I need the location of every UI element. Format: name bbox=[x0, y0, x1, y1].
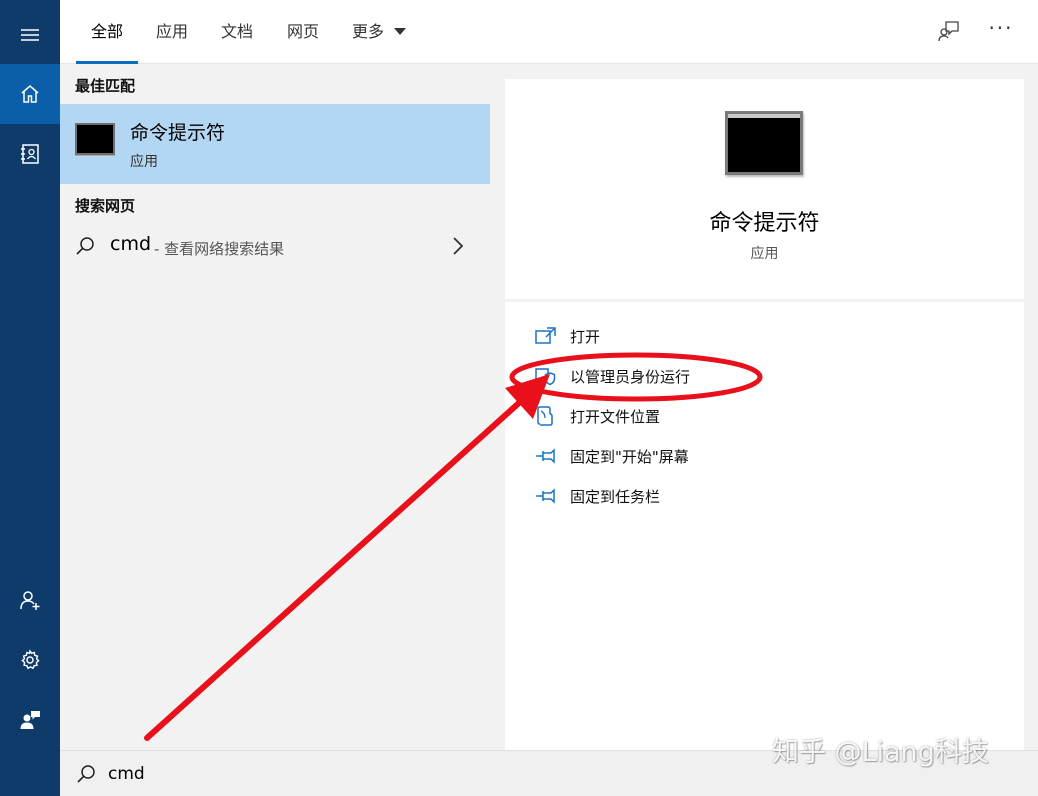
action-open[interactable]: 打开 bbox=[525, 322, 825, 352]
best-match-item[interactable]: 命令提示符 应用 bbox=[60, 104, 490, 184]
tab-more[interactable]: 更多 bbox=[352, 18, 384, 64]
pin-icon bbox=[536, 488, 555, 504]
preview-app-name: 命令提示符 bbox=[709, 211, 820, 236]
web-search-item[interactable]: cmd - 查看网络搜索结果 bbox=[60, 228, 490, 268]
web-search-query: cmd bbox=[110, 233, 152, 255]
results-panel: 最佳匹配 命令提示符 应用 搜索网页 cmd - 查看网络搜索结果 bbox=[60, 64, 490, 750]
action-open-label: 打开 bbox=[570, 328, 601, 346]
hamburger-menu-icon bbox=[21, 29, 39, 41]
action-run-as-admin-label: 以管理员身份运行 bbox=[570, 368, 691, 386]
best-match-heading: 最佳匹配 bbox=[75, 77, 136, 95]
feedback-person-button[interactable] bbox=[0, 690, 60, 750]
action-pin-to-taskbar[interactable]: 固定到任务栏 bbox=[525, 482, 825, 512]
feedback-icon bbox=[938, 21, 959, 42]
command-prompt-icon bbox=[725, 111, 803, 175]
best-match-name: 命令提示符 bbox=[130, 122, 226, 144]
file-location-icon bbox=[537, 406, 553, 426]
action-pin-to-start[interactable]: 固定到"开始"屏幕 bbox=[525, 442, 825, 472]
search-icon bbox=[76, 237, 94, 255]
navigation-rail bbox=[0, 0, 60, 796]
hamburger-menu-button[interactable] bbox=[0, 5, 60, 65]
settings-button[interactable] bbox=[0, 630, 60, 690]
account-icon bbox=[20, 591, 40, 610]
filter-tabs-bar: 全部 应用 文档 网页 更多 ··· bbox=[60, 0, 1038, 64]
chevron-down-icon bbox=[394, 28, 406, 35]
action-pin-to-taskbar-label: 固定到任务栏 bbox=[570, 488, 661, 506]
home-button[interactable] bbox=[0, 64, 60, 124]
preview-app-type: 应用 bbox=[750, 246, 779, 262]
app-preview-card: 命令提示符 应用 bbox=[505, 79, 1024, 299]
account-button[interactable] bbox=[0, 570, 60, 630]
actions-list: 打开 以管理员身份运行 打开文件位置 固定到"开始"屏幕 固定到任务栏 bbox=[505, 302, 1024, 750]
more-options-button[interactable]: ··· bbox=[984, 16, 1018, 46]
web-search-suffix: - 查看网络搜索结果 bbox=[154, 240, 285, 258]
search-icon bbox=[77, 765, 95, 783]
feedback-person-icon bbox=[20, 711, 40, 729]
chevron-right-icon bbox=[453, 237, 464, 255]
watermark-text: 知乎 @Liang科技 bbox=[772, 737, 989, 768]
open-window-icon bbox=[535, 327, 556, 344]
search-input[interactable] bbox=[108, 761, 708, 787]
feedback-button[interactable] bbox=[934, 16, 964, 46]
command-prompt-icon bbox=[75, 123, 115, 155]
action-open-file-location-label: 打开文件位置 bbox=[570, 408, 661, 426]
tab-apps[interactable]: 应用 bbox=[156, 18, 188, 64]
tab-web[interactable]: 网页 bbox=[287, 18, 319, 64]
notebook-icon bbox=[21, 144, 39, 164]
web-search-heading: 搜索网页 bbox=[75, 197, 136, 215]
tab-documents[interactable]: 文档 bbox=[221, 18, 253, 64]
run-as-admin-shield-icon bbox=[535, 368, 556, 386]
notebook-button[interactable] bbox=[0, 124, 60, 184]
action-open-file-location[interactable]: 打开文件位置 bbox=[525, 402, 825, 432]
preview-panel: 命令提示符 应用 打开 以管理员身份运行 打开文件位置 固定到"开始"屏幕 固定… bbox=[490, 64, 1038, 750]
tab-all[interactable]: 全部 bbox=[75, 18, 139, 64]
gear-icon bbox=[21, 649, 40, 670]
action-run-as-admin[interactable]: 以管理员身份运行 bbox=[525, 362, 825, 392]
action-pin-to-start-label: 固定到"开始"屏幕 bbox=[570, 448, 689, 466]
best-match-type: 应用 bbox=[130, 154, 158, 170]
home-icon bbox=[21, 85, 39, 103]
pin-icon bbox=[536, 448, 555, 464]
